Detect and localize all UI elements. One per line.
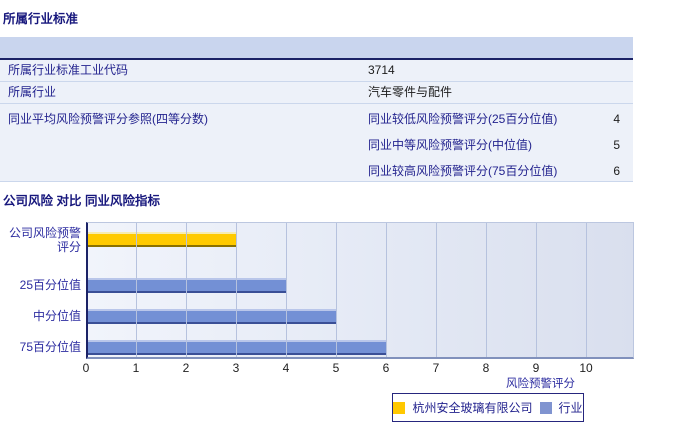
quartile-subrow: 同业较高风险预警评分(75百分位值) 6 [368, 158, 620, 184]
gridline [486, 223, 487, 357]
row-value: 汽车零件与配件 [368, 85, 453, 99]
gridline [536, 223, 537, 357]
table-header-band [0, 37, 633, 60]
x-tick-label: 4 [282, 361, 290, 375]
chart-legend: 杭州安全玻璃有限公司 行业 [392, 393, 584, 422]
subrow-label: 同业中等风险预警评分(中位值) [368, 138, 532, 152]
gridline [436, 223, 437, 357]
quartile-subrows: 同业较低风险预警评分(25百分位值) 4 同业中等风险预警评分(中位值) 5 同… [368, 106, 620, 184]
x-tick-label: 8 [482, 361, 490, 375]
gridline [386, 223, 387, 357]
row-value: 3714 [368, 63, 395, 77]
x-axis-title: 风险预警评分 [506, 378, 575, 390]
table-row: 所属行业标准工业代码 3714 [0, 60, 633, 82]
table-row: 所属行业 汽车零件与配件 [0, 82, 633, 104]
chart-category-label: 公司风险预警评分 [8, 226, 81, 254]
chart-category-label: 75百分位值 [19, 340, 81, 354]
bar-75th-percentile [88, 340, 386, 355]
gridline [586, 223, 587, 357]
legend-swatch-industry [539, 401, 552, 414]
section-title-risk-comparison: 公司风险 对比 同业风险指标 [3, 194, 160, 208]
x-tick-label: 9 [532, 361, 540, 375]
x-tick-label: 7 [432, 361, 440, 375]
chart-category-label: 中分位值 [32, 309, 81, 323]
gridline [236, 223, 237, 357]
row-label: 所属行业 [8, 85, 57, 99]
table-row-quartiles: 同业平均风险预警评分参照(四等分数) 同业较低风险预警评分(25百分位值) 4 … [0, 104, 633, 182]
subrow-value: 6 [613, 164, 620, 178]
report-page: 所属行业标准 所属行业标准工业代码 3714 所属行业 汽车零件与配件 同业平均… [0, 0, 700, 439]
bar-median [88, 309, 336, 324]
row-label: 同业平均风险预警评分参照(四等分数) [8, 112, 208, 126]
section-title-industry-standard: 所属行业标准 [3, 12, 79, 26]
subrow-label: 同业较高风险预警评分(75百分位值) [368, 164, 558, 178]
bar-company-score [88, 232, 236, 247]
gridline [186, 223, 187, 357]
x-tick-label: 0 [82, 361, 90, 375]
x-tick-label: 2 [182, 361, 190, 375]
gridline [136, 223, 137, 357]
subrow-value: 5 [613, 138, 620, 152]
x-tick-label: 5 [332, 361, 340, 375]
plot-area [86, 222, 634, 359]
legend-label-industry: 行业 [558, 401, 583, 415]
row-label: 所属行业标准工业代码 [8, 63, 129, 77]
gridline [336, 223, 337, 357]
bar-25th-percentile [88, 278, 286, 293]
gridline [286, 223, 287, 357]
x-tick-label: 3 [232, 361, 240, 375]
subrow-label: 同业较低风险预警评分(25百分位值) [368, 112, 558, 126]
quartile-subrow: 同业中等风险预警评分(中位值) 5 [368, 132, 620, 158]
subrow-value: 4 [613, 112, 620, 126]
x-tick-label: 10 [579, 361, 593, 375]
quartile-subrow: 同业较低风险预警评分(25百分位值) 4 [368, 106, 620, 132]
x-tick-label: 6 [382, 361, 390, 375]
legend-label-company: 杭州安全玻璃有限公司 [412, 401, 533, 415]
chart-category-label: 25百分位值 [19, 278, 81, 292]
legend-swatch-company [393, 401, 406, 414]
x-tick-label: 1 [132, 361, 140, 375]
